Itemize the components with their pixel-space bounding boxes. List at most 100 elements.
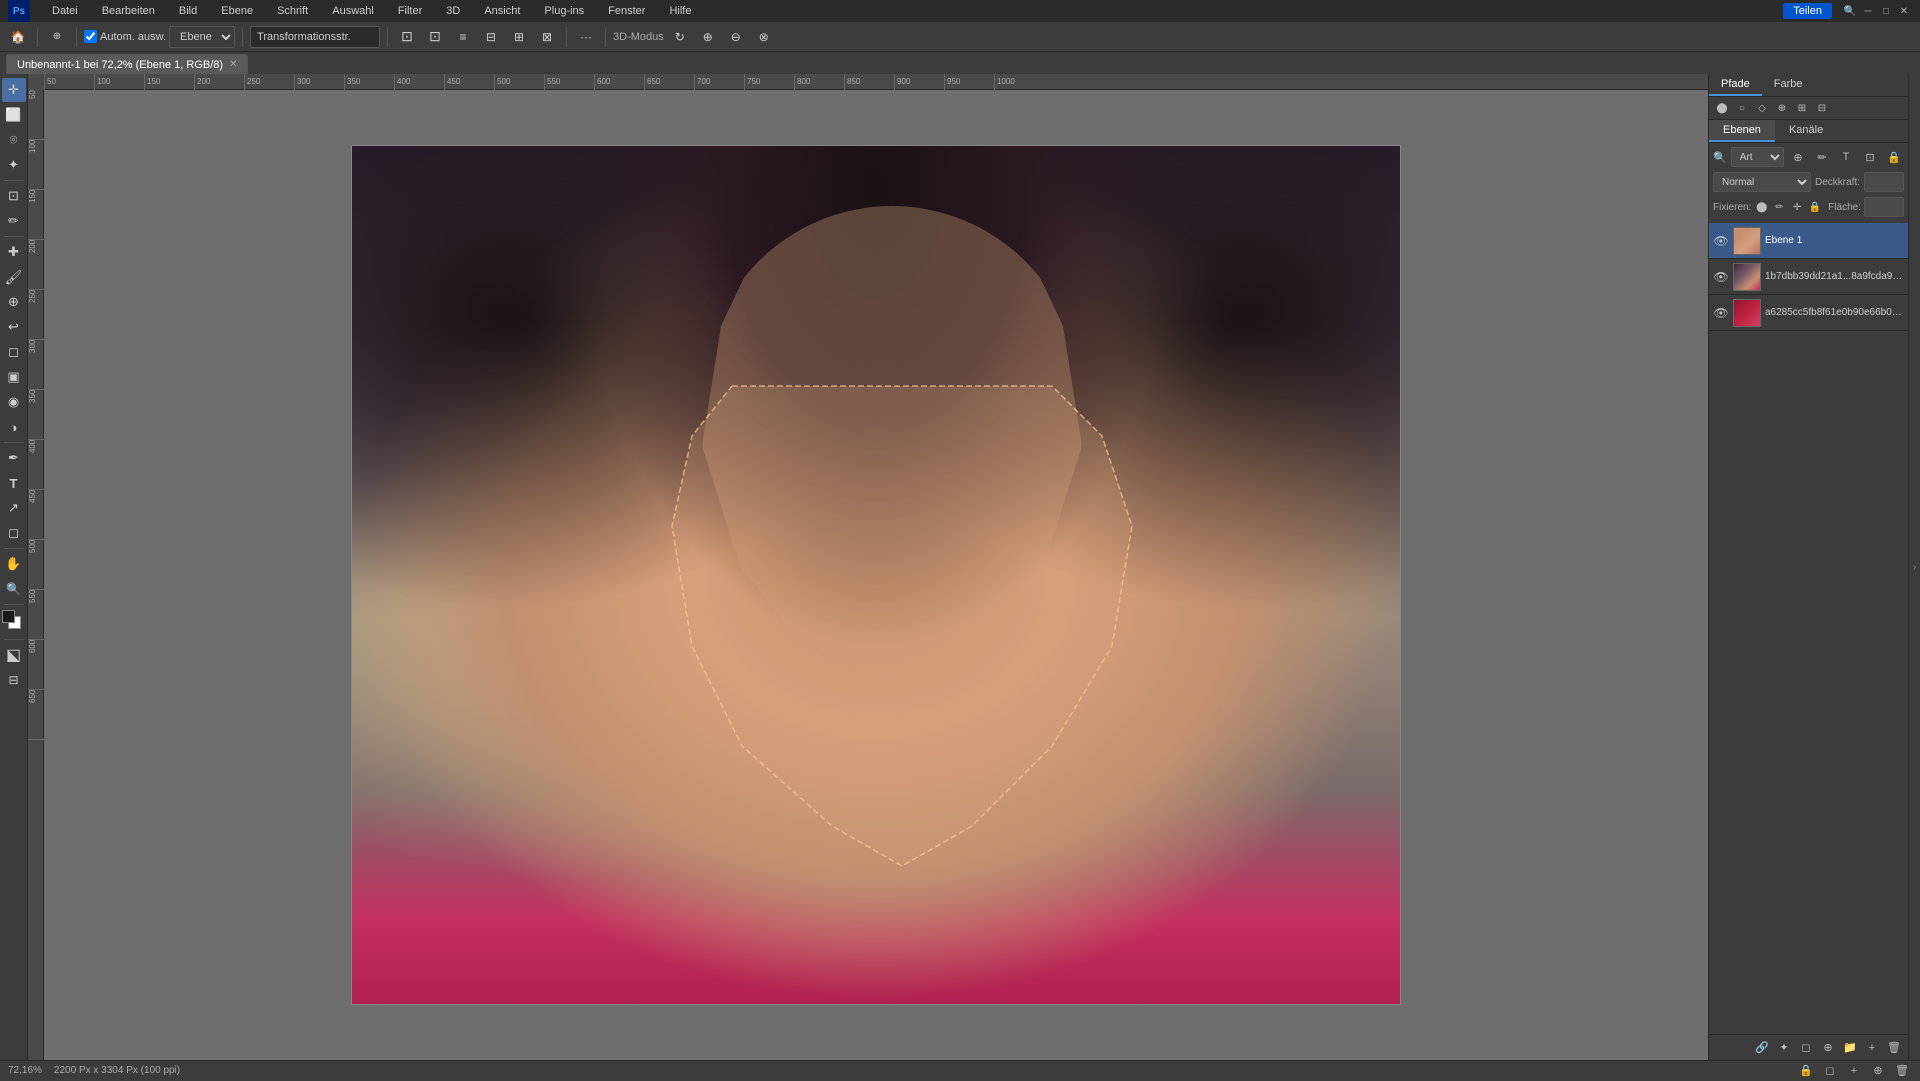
layer-item-2[interactable]: 👁 a6285cc5fb8f61e0b90e66b0426d1b e7: [1709, 295, 1908, 331]
fixate-all-btn[interactable]: 🔒: [1807, 198, 1822, 216]
share-button[interactable]: Teilen: [1783, 3, 1832, 19]
transform-input[interactable]: [250, 26, 380, 48]
document-canvas[interactable]: [351, 145, 1401, 1005]
fixate-draw-btn[interactable]: ✏: [1772, 198, 1787, 216]
link-layers-btn[interactable]: 🔗: [1752, 1038, 1772, 1058]
opacity-input[interactable]: 100%: [1864, 172, 1904, 192]
3d-extra-btn[interactable]: ⊗: [752, 25, 776, 49]
dodge-tool[interactable]: ◑: [2, 415, 26, 439]
align-middle-btn[interactable]: ⊞: [507, 25, 531, 49]
status-icon-3[interactable]: +: [1844, 1061, 1864, 1081]
close-button[interactable]: ✕: [1896, 3, 1912, 19]
shape-tool[interactable]: ◻: [2, 521, 26, 545]
text-tool[interactable]: T: [2, 471, 26, 495]
status-icon-1[interactable]: 🔒: [1796, 1061, 1816, 1081]
panel-collapse-btn[interactable]: ›: [1908, 74, 1920, 1060]
quick-mask-tool[interactable]: ⬕: [2, 643, 26, 667]
menu-datei[interactable]: Datei: [44, 3, 86, 19]
layer-item-0[interactable]: 👁 Ebene 1: [1709, 223, 1908, 259]
menu-filter[interactable]: Filter: [390, 3, 430, 19]
status-icon-2[interactable]: ◻: [1820, 1061, 1840, 1081]
search-button[interactable]: 🔍: [1842, 3, 1858, 19]
auto-select-mode[interactable]: Ebene: [169, 26, 235, 48]
active-tab[interactable]: Unbenannt-1 bei 72,2% (Ebene 1, RGB/8) ✕: [6, 54, 248, 74]
filter-icon-5[interactable]: 🔒: [1884, 147, 1904, 167]
gradient-tool[interactable]: ▣: [2, 365, 26, 389]
zoom-tool[interactable]: 🔍: [2, 577, 26, 601]
panel-icon-3[interactable]: ◇: [1753, 99, 1771, 117]
hand-tool[interactable]: ✋: [2, 552, 26, 576]
blur-tool[interactable]: ◉: [2, 390, 26, 414]
filter-icon-1[interactable]: ⊕: [1788, 147, 1808, 167]
delete-layer-btn[interactable]: 🗑: [1884, 1038, 1904, 1058]
menu-plugins[interactable]: Plug-ins: [536, 3, 592, 19]
align-top-btn[interactable]: ⊟: [479, 25, 503, 49]
3d-pan-btn[interactable]: ⊕: [696, 25, 720, 49]
tab-pfade[interactable]: Pfade: [1709, 74, 1762, 96]
maximize-button[interactable]: □: [1878, 3, 1894, 19]
filter-icon-4[interactable]: ⊡: [1860, 147, 1880, 167]
align-left-btn[interactable]: ⊡: [395, 25, 419, 49]
align-right-btn[interactable]: ≡: [451, 25, 475, 49]
layer-item-1[interactable]: 👁 1b7dbb39dd21a1...8a9fcda93d5e72: [1709, 259, 1908, 295]
select-rect-tool[interactable]: ⬜: [2, 103, 26, 127]
add-group-btn[interactable]: 📁: [1840, 1038, 1860, 1058]
menu-bild[interactable]: Bild: [171, 3, 205, 19]
pen-tool[interactable]: ✒: [2, 446, 26, 470]
menu-auswahl[interactable]: Auswahl: [324, 3, 382, 19]
panel-icon-2[interactable]: ○: [1733, 99, 1751, 117]
fill-input[interactable]: 100%: [1864, 197, 1904, 217]
align-center-btn[interactable]: ⊡: [423, 25, 447, 49]
tab-close-button[interactable]: ✕: [229, 59, 237, 70]
fixate-move-btn[interactable]: ✛: [1790, 198, 1805, 216]
panel-icon-1[interactable]: ⬤: [1713, 99, 1731, 117]
menu-bearbeiten[interactable]: Bearbeiten: [94, 3, 163, 19]
move-tool[interactable]: ✛: [2, 78, 26, 102]
panel-icon-4[interactable]: ⊕: [1773, 99, 1791, 117]
tab-kanaele[interactable]: Kanäle: [1775, 120, 1837, 142]
auto-select-checkbox[interactable]: [84, 30, 97, 43]
magic-wand-tool[interactable]: ✦: [2, 153, 26, 177]
layer-vis-0[interactable]: 👁: [1713, 233, 1729, 249]
3d-rotate-btn[interactable]: ↻: [668, 25, 692, 49]
add-layer-btn[interactable]: +: [1862, 1038, 1882, 1058]
clone-tool[interactable]: ⊕: [2, 290, 26, 314]
menu-3d[interactable]: 3D: [438, 3, 468, 19]
layer-vis-2[interactable]: 👁: [1713, 305, 1729, 321]
eraser-tool[interactable]: ◻: [2, 340, 26, 364]
blend-mode-select[interactable]: Normal: [1713, 172, 1811, 192]
lasso-tool[interactable]: ⌾: [2, 128, 26, 152]
panel-icon-5[interactable]: ⊞: [1793, 99, 1811, 117]
status-icon-4[interactable]: ⊕: [1868, 1061, 1888, 1081]
brush-tool[interactable]: 🖌: [2, 265, 26, 289]
menu-hilfe[interactable]: Hilfe: [661, 3, 699, 19]
foreground-color-swatch[interactable]: [2, 610, 15, 623]
fixate-px-btn[interactable]: ⬤: [1754, 198, 1769, 216]
panel-icon-6[interactable]: ⊟: [1813, 99, 1831, 117]
add-style-btn[interactable]: ✦: [1774, 1038, 1794, 1058]
tab-farbe[interactable]: Farbe: [1762, 74, 1815, 96]
3d-zoom-btn[interactable]: ⊖: [724, 25, 748, 49]
menu-ansicht[interactable]: Ansicht: [476, 3, 528, 19]
path-select-tool[interactable]: ↗: [2, 496, 26, 520]
color-swatches[interactable]: [2, 610, 26, 634]
tab-ebenen[interactable]: Ebenen: [1709, 120, 1775, 142]
tool-option-btn1[interactable]: ⊕: [45, 25, 69, 49]
add-mask-btn[interactable]: ◻: [1796, 1038, 1816, 1058]
status-icon-5[interactable]: 🗑: [1892, 1061, 1912, 1081]
menu-fenster[interactable]: Fenster: [600, 3, 653, 19]
heal-tool[interactable]: ✚: [2, 240, 26, 264]
menu-schrift[interactable]: Schrift: [269, 3, 316, 19]
history-brush-tool[interactable]: ↩: [2, 315, 26, 339]
crop-tool[interactable]: ⊡: [2, 184, 26, 208]
menu-ebene[interactable]: Ebene: [213, 3, 261, 19]
eyedropper-tool[interactable]: ✏: [2, 209, 26, 233]
minimize-button[interactable]: ─: [1860, 3, 1876, 19]
screen-mode-tool[interactable]: ⊟: [2, 668, 26, 692]
filter-icon-3[interactable]: T: [1836, 147, 1856, 167]
add-adjustment-btn[interactable]: ⊕: [1818, 1038, 1838, 1058]
layer-filter-select[interactable]: Art: [1731, 147, 1784, 167]
home-button[interactable]: 🏠: [6, 25, 30, 49]
filter-icon-2[interactable]: ✏: [1812, 147, 1832, 167]
layer-vis-1[interactable]: 👁: [1713, 269, 1729, 285]
